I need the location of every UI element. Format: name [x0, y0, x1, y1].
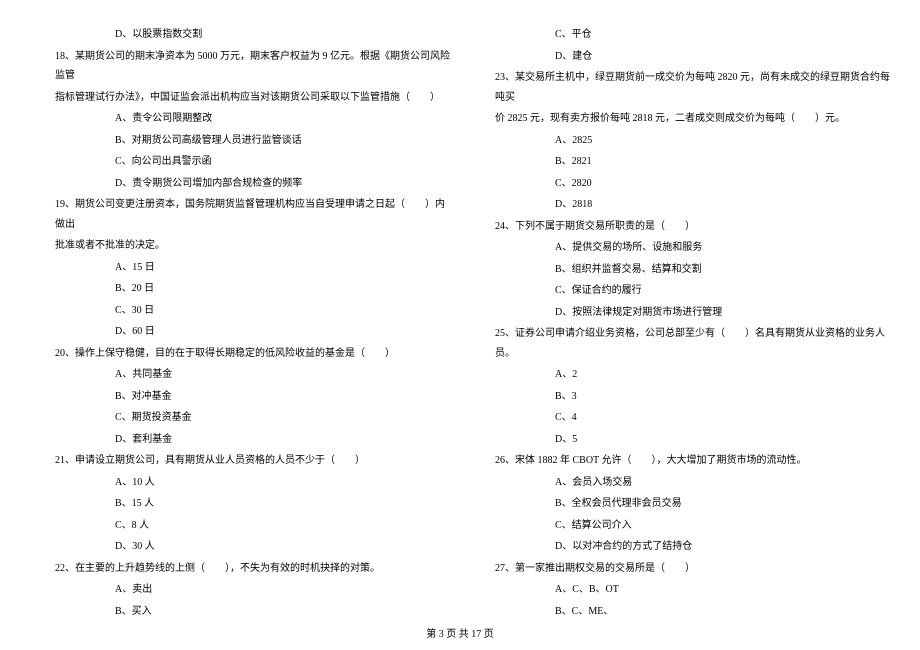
q21-option-b: B、15 人 [30, 494, 450, 514]
q22-stem: 22、在主要的上升趋势线的上侧（ ），不失为有效的时机抉择的对策。 [30, 559, 450, 579]
q24-option-d: D、按照法律规定对期货市场进行管理 [470, 303, 890, 323]
q18-option-a: A、责令公司限期整改 [30, 109, 450, 129]
q24-option-a: A、提供交易的场所、设施和服务 [470, 238, 890, 258]
q27-option-a: A、C、B、OT [470, 580, 890, 600]
q19-stem-1: 19、期货公司变更注册资本，国务院期货监督管理机构应当自受理申请之日起（ ）内做… [30, 195, 450, 234]
q25-option-a: A、2 [470, 365, 890, 385]
q23-option-d: D、2818 [470, 195, 890, 215]
q22-option-b: B、买入 [30, 602, 450, 622]
q19-option-c: C、30 日 [30, 301, 450, 321]
q20-option-c: C、期货投资基金 [30, 408, 450, 428]
q22-option-a: A、卖出 [30, 580, 450, 600]
q21-option-c: C、8 人 [30, 516, 450, 536]
q21-option-a: A、10 人 [30, 473, 450, 493]
q18-option-d: D、责令期货公司增加内部合规检查的频率 [30, 174, 450, 194]
q25-stem: 25、证券公司申请介绍业务资格，公司总部至少有（ ）名具有期货从业资格的业务人员… [470, 324, 890, 363]
q24-stem: 24、下列不属于期货交易所职责的是（ ） [470, 217, 890, 237]
q23-option-c: C、2820 [470, 174, 890, 194]
q18-option-b: B、对期货公司高级管理人员进行监管谈话 [30, 131, 450, 151]
q23-option-a: A、2825 [470, 131, 890, 151]
q24-option-b: B、组织并监督交易、结算和交割 [470, 260, 890, 280]
right-column: C、平仓 D、建仓 23、某交易所主机中，绿豆期货前一成交价为每吨 2820 元… [470, 25, 890, 610]
q20-option-a: A、共同基金 [30, 365, 450, 385]
q25-option-b: B、3 [470, 387, 890, 407]
q25-option-d: D、5 [470, 430, 890, 450]
q21-stem: 21、申请设立期货公司，具有期货从业人员资格的人员不少于（ ） [30, 451, 450, 471]
q21-option-d: D、30 人 [30, 537, 450, 557]
q24-option-c: C、保证合约的履行 [470, 281, 890, 301]
q27-stem: 27、第一家推出期权交易的交易所是（ ） [470, 559, 890, 579]
q23-option-b: B、2821 [470, 152, 890, 172]
q26-option-a: A、会员入场交易 [470, 473, 890, 493]
page-footer: 第 3 页 共 17 页 [0, 625, 920, 640]
q19-option-b: B、20 日 [30, 279, 450, 299]
q19-option-a: A、15 日 [30, 258, 450, 278]
q20-option-d: D、套利基金 [30, 430, 450, 450]
left-column: D、以股票指数交割 18、某期货公司的期末净资本为 5000 万元，期末客户权益… [30, 25, 450, 610]
q23-stem-2: 价 2825 元，现有卖方报价每吨 2818 元，二者成交则成交价为每吨（ ）元… [470, 109, 890, 129]
q25-option-c: C、4 [470, 408, 890, 428]
q26-option-d: D、以对冲合约的方式了结持仓 [470, 537, 890, 557]
q26-option-c: C、结算公司介入 [470, 516, 890, 536]
q18-stem-1: 18、某期货公司的期末净资本为 5000 万元，期末客户权益为 9 亿元。根据《… [30, 47, 450, 86]
option-d-prev: D、以股票指数交割 [30, 25, 450, 45]
q26-option-b: B、全权会员代理非会员交易 [470, 494, 890, 514]
q18-option-c: C、向公司出具警示函 [30, 152, 450, 172]
q26-stem: 26、宋体 1882 年 CBOT 允许（ ），大大增加了期货市场的流动性。 [470, 451, 890, 471]
q23-stem-1: 23、某交易所主机中，绿豆期货前一成交价为每吨 2820 元，尚有未成交的绿豆期… [470, 68, 890, 107]
q20-option-b: B、对冲基金 [30, 387, 450, 407]
prev-option-d: D、建仓 [470, 47, 890, 67]
q19-option-d: D、60 日 [30, 322, 450, 342]
q27-option-b: B、C、ME、 [470, 602, 890, 622]
prev-option-c: C、平仓 [470, 25, 890, 45]
q20-stem: 20、操作上保守稳健，目的在于取得长期稳定的低风险收益的基金是（ ） [30, 344, 450, 364]
q18-stem-2: 指标管理试行办法》，中国证监会派出机构应当对该期货公司采取以下监管措施（ ） [30, 88, 450, 108]
q19-stem-2: 批准或者不批准的决定。 [30, 236, 450, 256]
